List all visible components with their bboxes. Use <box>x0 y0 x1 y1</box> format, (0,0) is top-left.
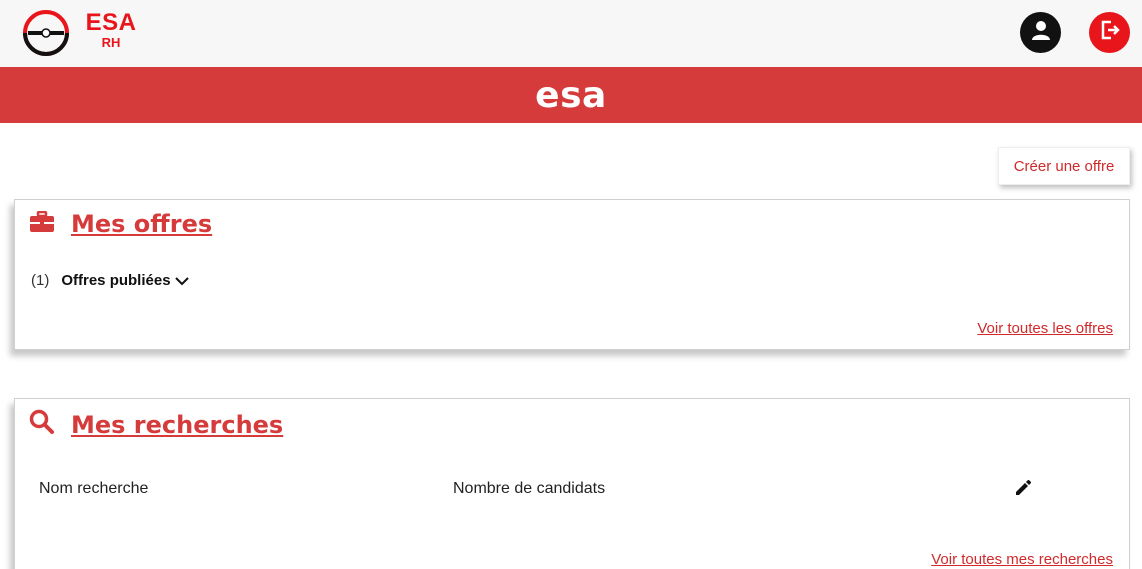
company-banner: esa <box>0 67 1142 123</box>
user-profile-button[interactable] <box>1020 12 1061 53</box>
chevron-down-icon <box>174 276 189 286</box>
logout-icon <box>1099 19 1121 46</box>
searches-card: Mes recherches Nom recherche Nombre de c… <box>14 398 1130 569</box>
searches-header: Mes recherches <box>29 409 283 440</box>
offers-card: Mes offres (1) Offres publiées Voir tout… <box>14 199 1130 350</box>
create-offer-button[interactable]: Créer une offre <box>998 147 1130 185</box>
briefcase-icon <box>29 210 55 238</box>
banner-title: esa <box>535 74 607 116</box>
brand-subtitle: RH <box>101 35 121 50</box>
offers-title[interactable]: Mes offres <box>71 210 212 238</box>
user-icon <box>1030 19 1052 46</box>
pencil-icon[interactable] <box>1013 478 1033 498</box>
search-icon <box>29 409 55 440</box>
esa-logo-icon[interactable] <box>22 9 70 57</box>
see-all-searches-link[interactable]: Voir toutes mes recherches <box>931 551 1113 568</box>
published-offers-label: Offres publiées <box>61 272 171 289</box>
offers-count: (1) <box>31 272 50 289</box>
brand-name: ESA RH <box>84 10 138 50</box>
column-header-search-name: Nom recherche <box>39 480 149 497</box>
top-navbar: ESA RH <box>0 0 1142 67</box>
offers-header: Mes offres <box>29 210 212 238</box>
published-offers-toggle[interactable]: (1) Offres publiées <box>31 272 189 289</box>
see-all-offers-link[interactable]: Voir toutes les offres <box>977 320 1113 337</box>
column-header-candidates-count: Nombre de candidats <box>453 480 606 497</box>
searches-title[interactable]: Mes recherches <box>71 411 283 439</box>
brand-title: ESA <box>85 9 137 36</box>
logout-button[interactable] <box>1089 12 1130 53</box>
